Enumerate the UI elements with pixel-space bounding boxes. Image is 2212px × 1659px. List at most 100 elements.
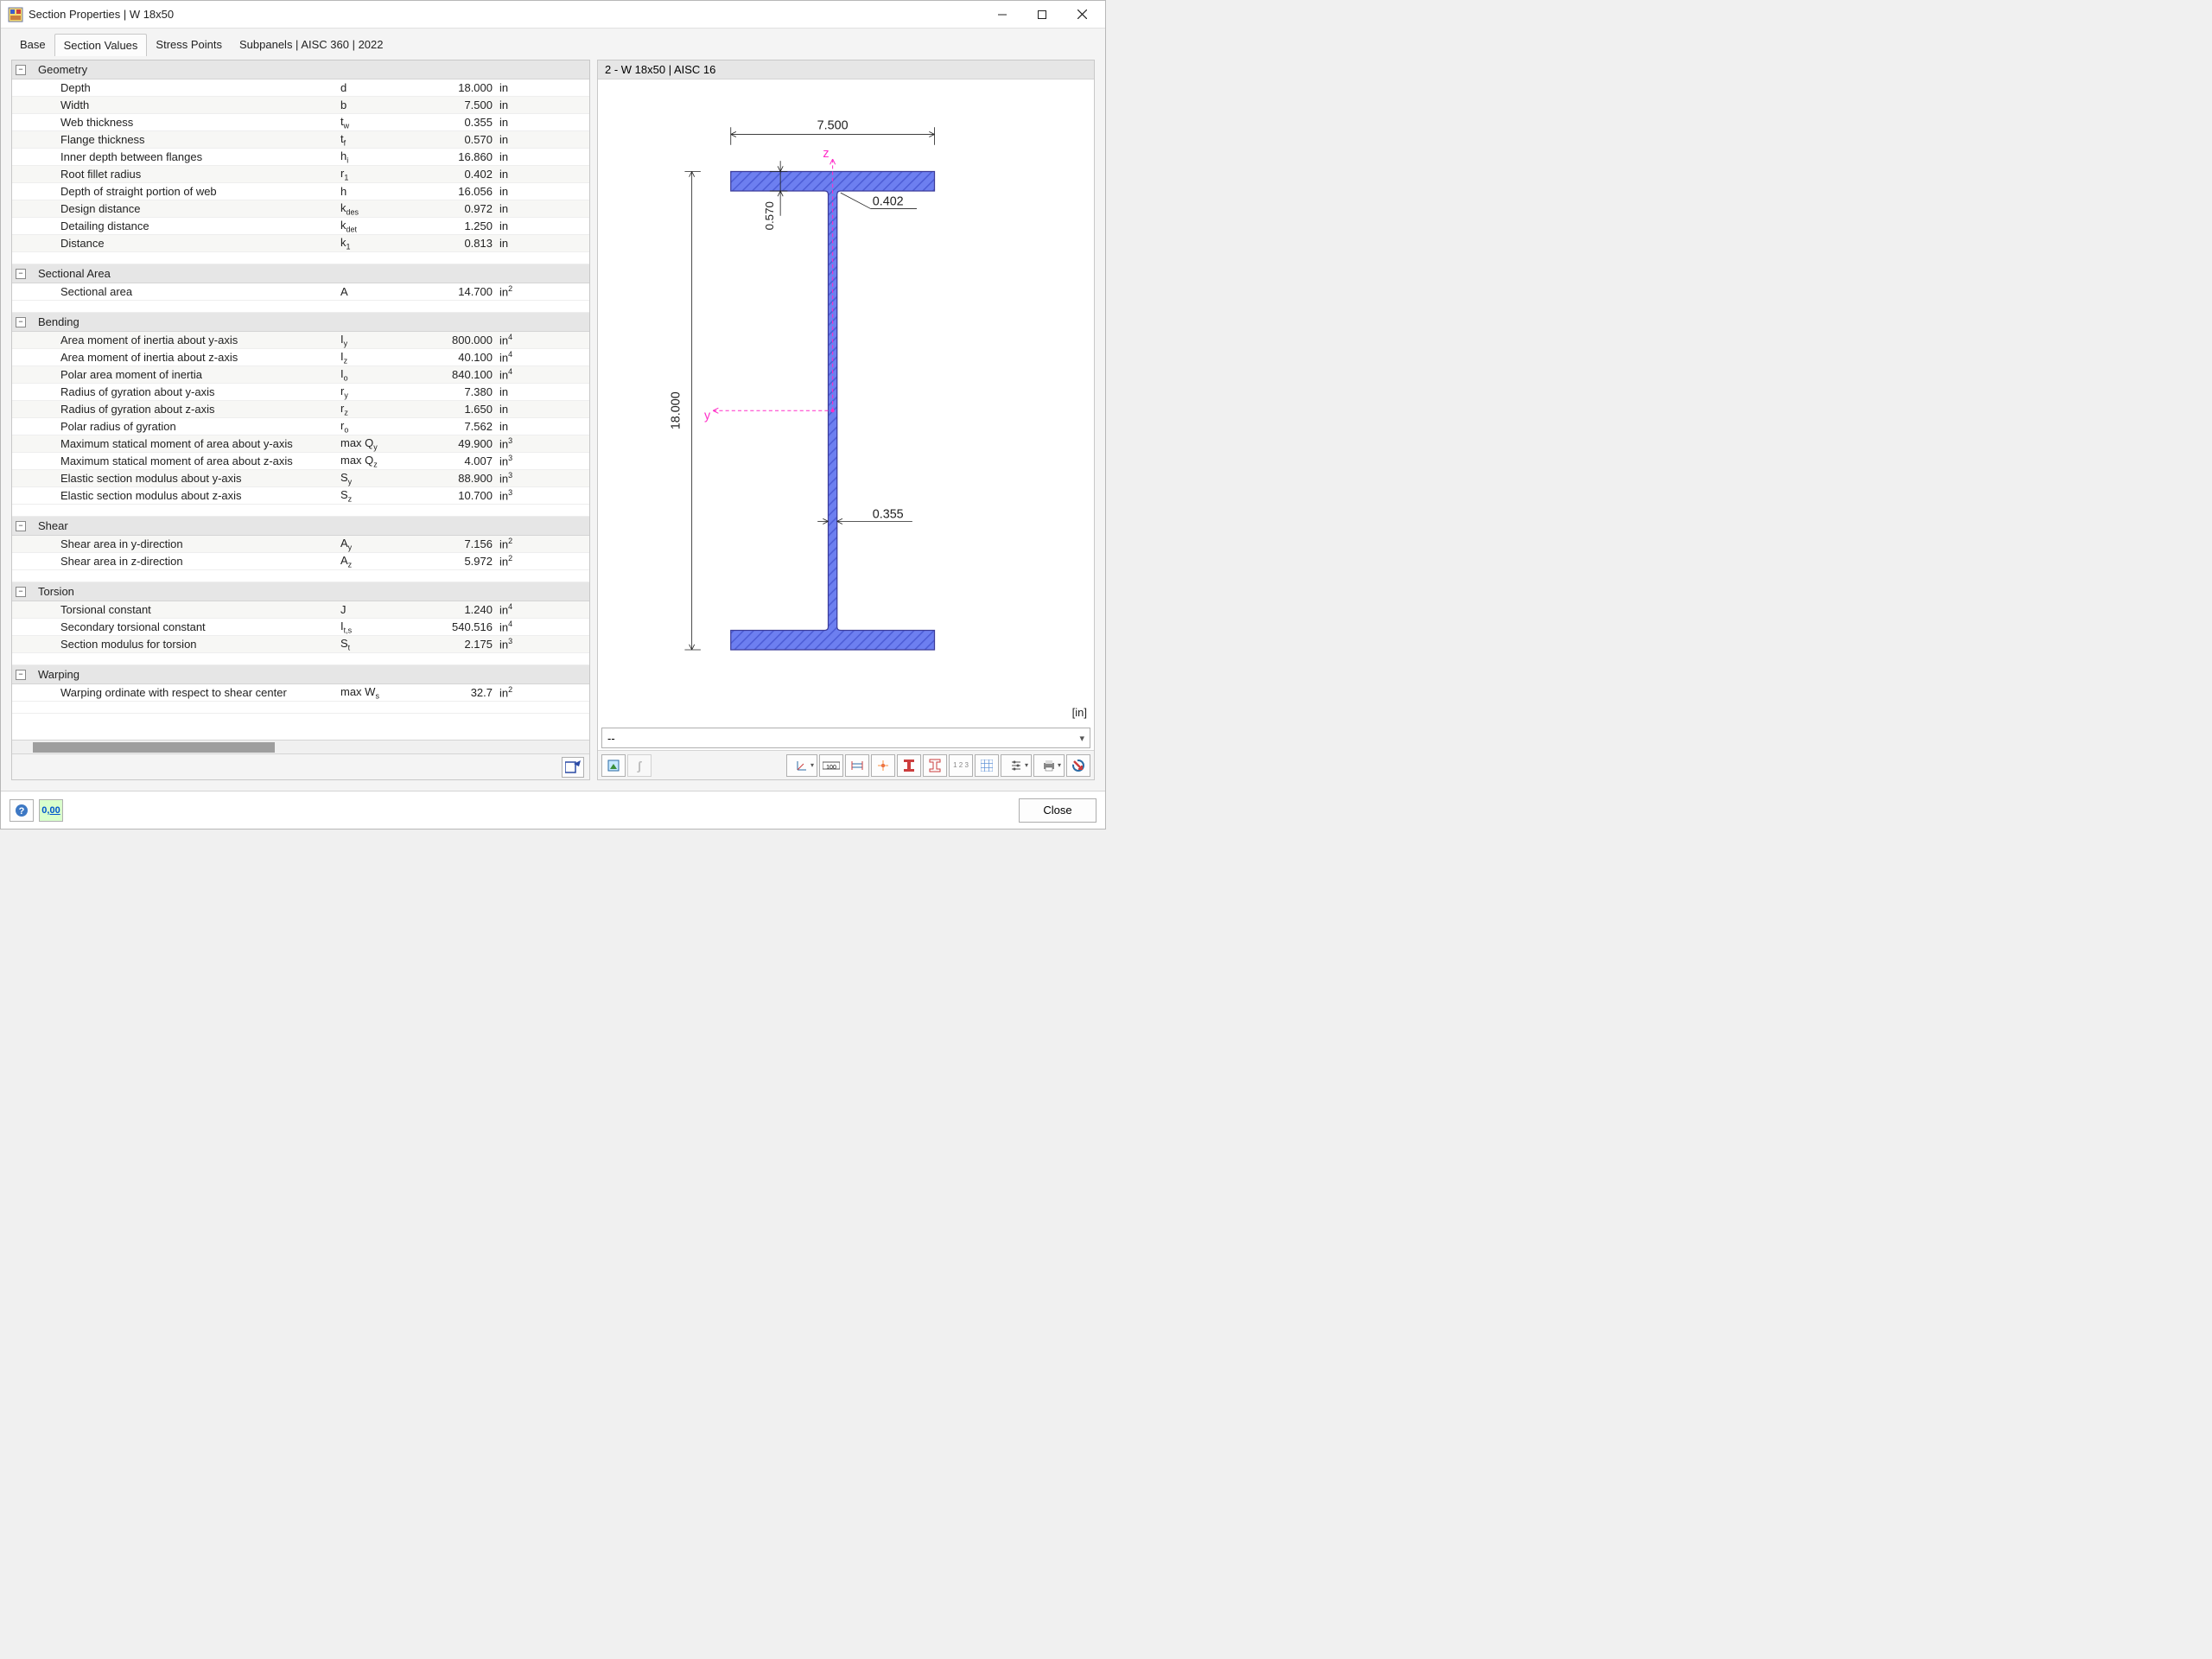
preview-header: 2 - W 18x50 | AISC 16 [598, 60, 1094, 79]
svg-text:?: ? [19, 806, 25, 817]
print-button[interactable]: ▾ [1033, 754, 1065, 777]
prop-symbol: d [340, 81, 418, 94]
sigma-button[interactable]: ∫ [627, 754, 652, 777]
reset-view-button[interactable] [1066, 754, 1090, 777]
group-warping[interactable]: −Warping [12, 665, 589, 684]
prop-desc: Area moment of inertia about y-axis [12, 334, 340, 346]
prop-symbol: Sz [340, 488, 418, 504]
export-button[interactable] [562, 757, 584, 778]
prop-symbol: Ay [340, 537, 418, 552]
prop-row[interactable]: Warping ordinate with respect to shear c… [12, 684, 589, 702]
settings-dropdown-button[interactable]: ▾ [1001, 754, 1032, 777]
prop-row[interactable]: Flange thicknesstf0.570in [12, 131, 589, 149]
properties-panel: −GeometryDepthd18.000inWidthb7.500inWeb … [11, 60, 590, 780]
section-viewport[interactable]: 7.500 18.000 [598, 79, 1094, 724]
collapse-icon[interactable]: − [16, 317, 26, 327]
numbers-button[interactable]: 1 2 3 [949, 754, 973, 777]
prop-row[interactable]: Polar area moment of inertiaIo840.100in4 [12, 366, 589, 384]
close-button[interactable]: Close [1019, 798, 1096, 823]
dim-scale-button[interactable]: 100 [819, 754, 843, 777]
prop-symbol: Az [340, 554, 418, 569]
dim-fillet-label: 0.402 [873, 194, 904, 208]
render-mode-button[interactable] [601, 754, 626, 777]
prop-row[interactable]: Shear area in z-directionAz5.972in2 [12, 553, 589, 570]
prop-value: 7.562 [418, 420, 496, 433]
properties-sheet[interactable]: −GeometryDepthd18.000inWidthb7.500inWeb … [12, 60, 589, 740]
prop-symbol: kdes [340, 201, 418, 217]
prop-row[interactable]: Maximum statical moment of area about y-… [12, 435, 589, 453]
prop-row[interactable]: Polar radius of gyrationro7.562in [12, 418, 589, 435]
prop-row[interactable]: Maximum statical moment of area about z-… [12, 453, 589, 470]
prop-row[interactable]: Elastic section modulus about z-axisSz10… [12, 487, 589, 505]
ibeam-outline-button[interactable] [923, 754, 947, 777]
prop-row[interactable]: Elastic section modulus about y-axisSy88… [12, 470, 589, 487]
prop-row[interactable]: Depthd18.000in [12, 79, 589, 97]
prop-row[interactable]: Root fillet radiusr10.402in [12, 166, 589, 183]
tab-subpanels-aisc-360-2022[interactable]: Subpanels | AISC 360 | 2022 [231, 34, 392, 56]
prop-row[interactable]: Depth of straight portion of webh16.056i… [12, 183, 589, 200]
prop-row[interactable]: Inner depth between flangeshi16.860in [12, 149, 589, 166]
collapse-icon[interactable]: − [16, 670, 26, 680]
prop-value: 7.156 [418, 537, 496, 550]
prop-row[interactable]: Secondary torsional constantIt,s540.516i… [12, 619, 589, 636]
prop-row[interactable]: Area moment of inertia about z-axisIz40.… [12, 349, 589, 366]
prop-row[interactable]: Widthb7.500in [12, 97, 589, 114]
horizontal-scrollbar[interactable] [12, 740, 589, 753]
prop-row[interactable]: Radius of gyration about y-axisry7.380in [12, 384, 589, 401]
prop-value: 49.900 [418, 437, 496, 450]
tab-section-values[interactable]: Section Values [54, 34, 148, 56]
prop-symbol: Sy [340, 471, 418, 486]
help-button[interactable]: ? [10, 799, 34, 822]
prop-symbol: k1 [340, 236, 418, 251]
tab-base[interactable]: Base [11, 34, 54, 56]
svg-text:100: 100 [826, 765, 836, 771]
group-shear[interactable]: −Shear [12, 517, 589, 536]
ibeam-solid-button[interactable] [897, 754, 921, 777]
collapse-icon[interactable]: − [16, 65, 26, 75]
scroll-thumb[interactable] [33, 742, 275, 753]
prop-unit: in2 [496, 685, 532, 699]
show-centroid-button[interactable] [871, 754, 895, 777]
preview-toolbar: ∫ ▾ 100 1 2 3 ▾ ▾ [598, 750, 1094, 779]
prop-row[interactable]: Torsional constantJ1.240in4 [12, 601, 589, 619]
display-selector-value: -- [607, 732, 615, 745]
prop-row[interactable]: Area moment of inertia about y-axisIy800… [12, 332, 589, 349]
prop-row[interactable]: Distancek10.813in [12, 235, 589, 252]
view-axes-button[interactable]: ▾ [786, 754, 817, 777]
prop-symbol: max Ws [340, 685, 418, 701]
tab-stress-points[interactable]: Stress Points [147, 34, 231, 56]
prop-value: 10.700 [418, 489, 496, 502]
prop-desc: Maximum statical moment of area about y-… [12, 437, 340, 450]
prop-value: 0.355 [418, 116, 496, 129]
prop-unit: in [496, 150, 532, 163]
prop-row[interactable]: Design distancekdes0.972in [12, 200, 589, 218]
prop-row[interactable]: Radius of gyration about z-axisrz1.650in [12, 401, 589, 418]
collapse-icon[interactable]: − [16, 587, 26, 597]
collapse-icon[interactable]: − [16, 521, 26, 531]
grid-button[interactable] [975, 754, 999, 777]
show-dims-button[interactable] [845, 754, 869, 777]
prop-row[interactable]: Section modulus for torsionSt2.175in3 [12, 636, 589, 653]
units-button[interactable]: 0,00 [39, 799, 63, 822]
minimize-button[interactable] [982, 2, 1022, 28]
group-torsion[interactable]: −Torsion [12, 582, 589, 601]
group-geometry[interactable]: −Geometry [12, 60, 589, 79]
display-selector[interactable]: -- ▾ [601, 728, 1090, 748]
group-bending[interactable]: −Bending [12, 313, 589, 332]
prop-value: 1.650 [418, 403, 496, 416]
prop-row[interactable]: Detailing distancekdet1.250in [12, 218, 589, 235]
prop-row[interactable]: Shear area in y-directionAy7.156in2 [12, 536, 589, 553]
app-icon [8, 7, 23, 22]
group-sectional-area[interactable]: −Sectional Area [12, 264, 589, 283]
prop-unit: in3 [496, 637, 532, 651]
prop-unit: in [496, 99, 532, 111]
close-window-button[interactable] [1062, 2, 1102, 28]
prop-row[interactable]: Sectional areaA14.700in2 [12, 283, 589, 301]
prop-unit: in4 [496, 367, 532, 381]
prop-symbol: tf [340, 132, 418, 148]
collapse-icon[interactable]: − [16, 269, 26, 279]
dim-depth [684, 172, 700, 651]
z-axis-label: z [823, 147, 829, 161]
maximize-button[interactable] [1022, 2, 1062, 28]
prop-row[interactable]: Web thicknesstw0.355in [12, 114, 589, 131]
